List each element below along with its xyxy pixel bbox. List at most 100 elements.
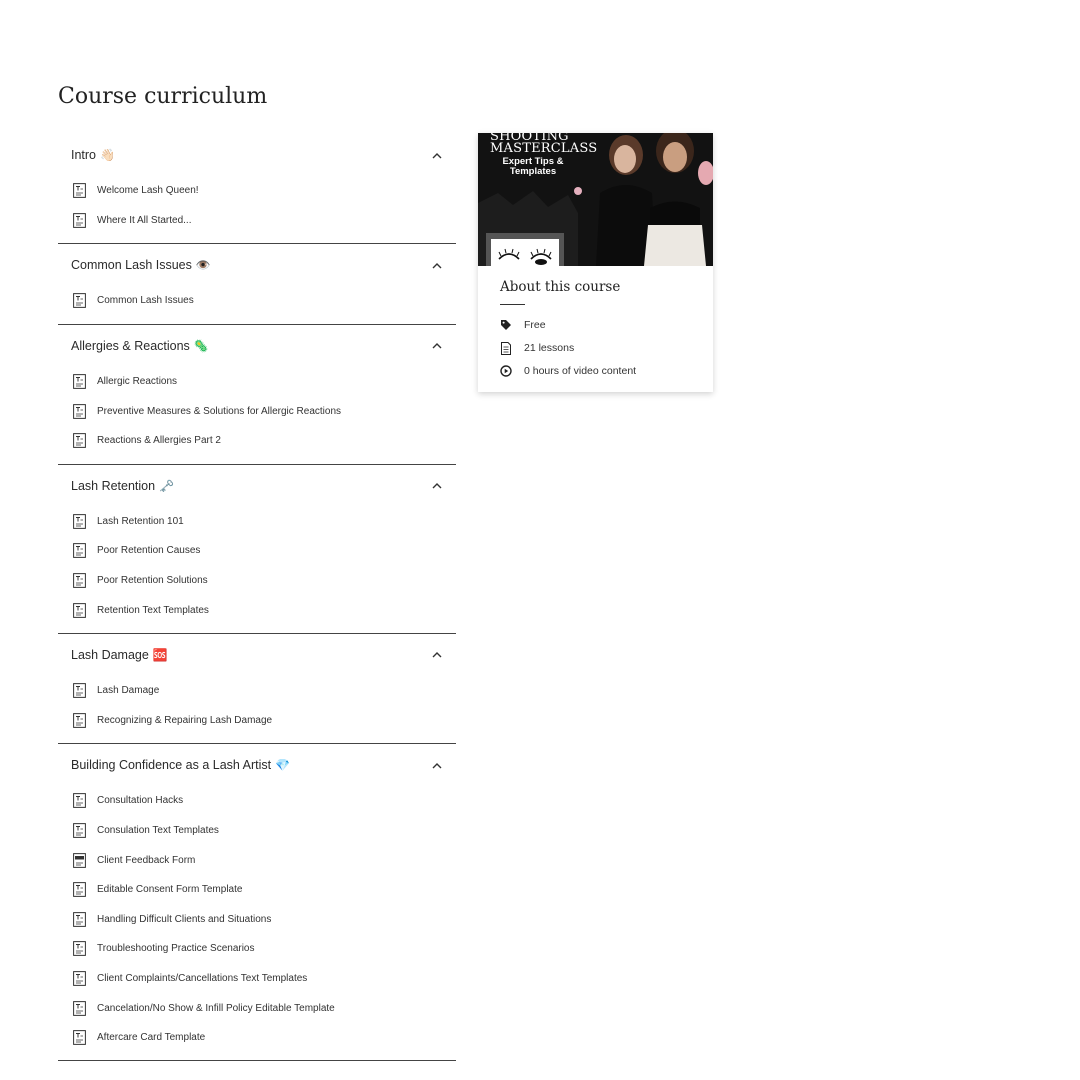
curriculum-section: Common Lash Issues 👁️ Common Lash Issues <box>58 244 456 325</box>
text-document-icon <box>73 543 86 559</box>
section-title-text: Lash Damage <box>71 647 149 662</box>
section-title-text: Allergies & Reactions <box>71 338 190 353</box>
lesson-title: Client Complaints/Cancellations Text Tem… <box>97 972 308 984</box>
lesson-title: Allergic Reactions <box>97 376 178 388</box>
thumbnail-lash-graphic <box>486 233 564 266</box>
lesson-item[interactable]: Lash Retention 101 <box>58 507 456 537</box>
text-document-icon <box>73 212 86 228</box>
section-emoji-icon: 🗝️ <box>159 478 175 493</box>
section-header[interactable]: Lash Retention 🗝️ <box>58 465 456 507</box>
curriculum-section: Lash Damage 🆘 Lash Damage Recognizing & Rep… <box>58 634 456 745</box>
text-document-icon <box>73 293 86 309</box>
lesson-item[interactable]: Recognizing & Repairing Lash Damage <box>58 706 456 736</box>
course-thumbnail: SHOOTING MASTERCLASS Expert Tips & Templ… <box>478 133 713 266</box>
lesson-item[interactable]: Poor Retention Solutions <box>58 566 456 596</box>
lesson-title: Poor Retention Solutions <box>97 575 208 587</box>
lesson-title: Where It All Started... <box>97 214 192 226</box>
section-title: Lash Damage 🆘 <box>71 648 168 662</box>
text-document-icon <box>73 1030 86 1046</box>
section-header[interactable]: Common Lash Issues 👁️ <box>58 244 456 286</box>
price-tag-icon <box>500 319 512 331</box>
section-title: Building Confidence as a Lash Artist 💎 <box>71 758 290 772</box>
lesson-item[interactable]: Troubleshooting Practice Scenarios <box>58 934 456 964</box>
lesson-title: Aftercare Card Template <box>97 1032 206 1044</box>
lessons-row: 21 lessons <box>500 341 574 355</box>
lesson-title: Troubleshooting Practice Scenarios <box>97 943 255 955</box>
section-title-text: Common Lash Issues <box>71 258 192 273</box>
pdf-document-icon <box>73 852 86 868</box>
curriculum-list: Intro 👋🏻 Welcome Lash Queen! Where It All S… <box>58 134 456 1062</box>
lesson-item[interactable]: Where It All Started... <box>58 206 456 236</box>
section-title: Lash Retention 🗝️ <box>71 479 174 493</box>
text-document-icon <box>73 882 86 898</box>
lesson-item[interactable]: Welcome Lash Queen! <box>58 176 456 206</box>
lesson-title: Recognizing & Repairing Lash Damage <box>97 714 273 726</box>
lesson-item[interactable]: Preventive Measures & Solutions for Alle… <box>58 396 456 426</box>
section-title-text: Intro <box>71 148 97 162</box>
text-document-icon <box>73 823 86 838</box>
section-emoji-icon: 👋🏻 <box>100 148 115 162</box>
about-course-title: About this course <box>500 279 621 295</box>
lesson-item[interactable]: Editable Consent Form Template <box>58 875 456 905</box>
lesson-title: Poor Retention Causes <box>97 545 201 557</box>
lesson-item[interactable]: Consultation Hacks <box>58 786 456 816</box>
text-document-icon <box>73 403 86 419</box>
play-circle-icon <box>500 365 512 377</box>
curriculum-section: Lash Retention 🗝️ Lash Retention 101 Poor R… <box>58 465 456 634</box>
title-divider <box>500 304 525 305</box>
text-document-icon <box>73 712 86 728</box>
text-document-icon <box>73 971 86 986</box>
chevron-up-icon[interactable] <box>432 260 442 270</box>
lesson-title: Common Lash Issues <box>97 295 194 307</box>
document-icon <box>500 341 512 355</box>
lesson-title: Lash Retention 101 <box>97 515 184 527</box>
lesson-item[interactable]: Poor Retention Causes <box>58 536 456 566</box>
curriculum-section: Building Confidence as a Lash Artist 💎 Con… <box>58 744 456 1062</box>
lesson-item[interactable]: Common Lash Issues <box>58 286 456 316</box>
text-document-icon <box>73 513 86 529</box>
chevron-up-icon[interactable] <box>432 341 442 351</box>
lesson-title: Handling Difficult Clients and Situation… <box>97 913 272 925</box>
thumbnail-title: SHOOTING MASTERCLASS <box>490 133 598 156</box>
lesson-item[interactable]: Handling Difficult Clients and Situation… <box>58 905 456 935</box>
lesson-title: Preventive Measures & Solutions for Alle… <box>97 405 342 417</box>
lesson-item[interactable]: Client Complaints/Cancellations Text Tem… <box>58 964 456 994</box>
lesson-title: Cancelation/No Show & Infill Policy Edit… <box>97 1002 335 1014</box>
section-title: Allergies & Reactions 🦠 <box>71 339 209 353</box>
section-header[interactable]: Building Confidence as a Lash Artist 💎 <box>58 744 456 786</box>
eyelash-icon <box>498 248 552 265</box>
lesson-title: Consultation Hacks <box>97 795 184 807</box>
section-title-text: Lash Retention <box>71 478 156 493</box>
lesson-title: Welcome Lash Queen! <box>97 185 199 197</box>
lesson-item[interactable]: Consulation Text Templates <box>58 816 456 846</box>
section-title: Common Lash Issues 👁️ <box>71 258 211 272</box>
lesson-item[interactable]: Cancelation/No Show & Infill Policy Edit… <box>58 993 456 1023</box>
chevron-up-icon[interactable] <box>432 760 442 770</box>
lesson-item[interactable]: Client Feedback Form <box>58 845 456 875</box>
lesson-item[interactable]: Aftercare Card Template <box>58 1023 456 1053</box>
lesson-item[interactable]: Lash Damage <box>58 676 456 706</box>
lesson-title: Client Feedback Form <box>97 854 196 866</box>
section-header[interactable]: Intro 👋🏻 <box>58 134 456 176</box>
lesson-item[interactable]: Allergic Reactions <box>58 367 456 397</box>
text-document-icon <box>73 183 86 199</box>
section-header[interactable]: Allergies & Reactions 🦠 <box>58 325 456 367</box>
lesson-item[interactable]: Retention Text Templates <box>58 595 456 625</box>
video-content-label: 0 hours of video content <box>524 365 637 377</box>
section-emoji-icon: 👁️ <box>195 258 211 273</box>
lesson-title: Retention Text Templates <box>97 604 209 616</box>
curriculum-section: Intro 👋🏻 Welcome Lash Queen! Where It All S… <box>58 134 456 245</box>
chevron-up-icon[interactable] <box>432 481 442 491</box>
chevron-up-icon[interactable] <box>432 150 442 160</box>
section-header[interactable]: Lash Damage 🆘 <box>58 634 456 676</box>
lesson-title: Reactions & Allergies Part 2 <box>97 435 221 447</box>
text-document-icon <box>73 1000 86 1016</box>
lesson-item[interactable]: Reactions & Allergies Part 2 <box>58 426 456 456</box>
video-row: 0 hours of video content <box>500 365 636 377</box>
chevron-up-icon[interactable] <box>432 650 442 660</box>
text-document-icon <box>73 374 86 389</box>
section-emoji-icon: 🦠 <box>193 338 209 353</box>
text-document-icon <box>73 683 86 699</box>
lesson-title: Editable Consent Form Template <box>97 884 243 896</box>
lesson-title: Consulation Text Templates <box>97 825 219 837</box>
